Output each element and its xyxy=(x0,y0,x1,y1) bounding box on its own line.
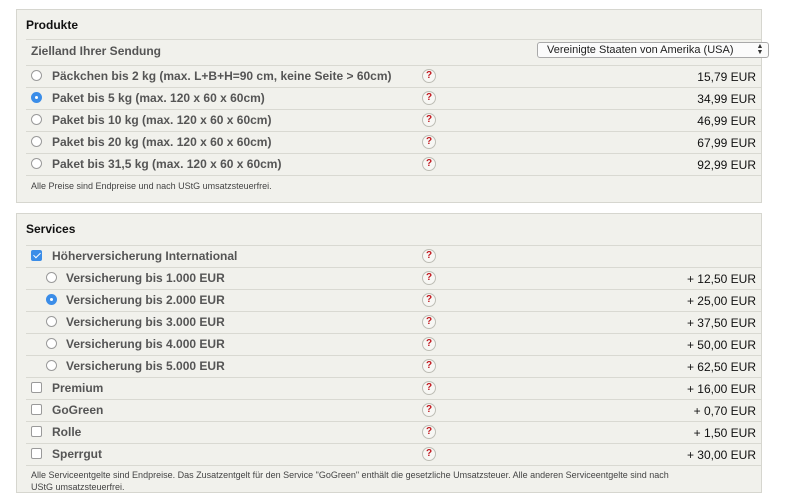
product-row-2[interactable]: Paket bis 5 kg (max. 120 x 60 x 60cm) ? … xyxy=(26,87,761,109)
product-price-2: 34,99 EUR xyxy=(697,92,756,106)
insurance-radio-4[interactable] xyxy=(46,338,57,349)
help-icon[interactable]: ? xyxy=(422,271,436,285)
insurance-option-price-4: + 50,00 EUR xyxy=(686,338,756,352)
premium-price: + 16,00 EUR xyxy=(686,382,756,396)
product-price-3: 46,99 EUR xyxy=(697,114,756,128)
extra-row-sperrgut[interactable]: Sperrgut ? + 30,00 EUR xyxy=(26,443,761,465)
insurance-option-price-5: + 62,50 EUR xyxy=(686,360,756,374)
insurance-row[interactable]: Höherversicherung International ? xyxy=(26,245,761,267)
insurance-checkbox[interactable] xyxy=(31,250,42,261)
premium-checkbox[interactable] xyxy=(31,382,42,393)
products-title: Produkte xyxy=(26,18,79,32)
insurance-option-label-5: Versicherung bis 5.000 EUR xyxy=(66,359,225,373)
products-note: Alle Preise sind Endpreise und nach UStG… xyxy=(31,181,272,191)
gogreen-label: GoGreen xyxy=(52,403,104,417)
insurance-radio-5[interactable] xyxy=(46,360,57,371)
product-label-5: Paket bis 31,5 kg (max. 120 x 60 x 60cm) xyxy=(52,157,282,171)
product-price-5: 92,99 EUR xyxy=(697,158,756,172)
gogreen-price: + 0,70 EUR xyxy=(693,404,756,418)
sperrgut-label: Sperrgut xyxy=(52,447,103,461)
help-icon[interactable]: ? xyxy=(422,359,436,373)
product-label-1: Päckchen bis 2 kg (max. L+B+H=90 cm, kei… xyxy=(52,69,392,83)
premium-label: Premium xyxy=(52,381,104,395)
sperrgut-checkbox[interactable] xyxy=(31,448,42,459)
product-radio-1[interactable] xyxy=(31,70,42,81)
help-icon[interactable]: ? xyxy=(422,91,436,105)
insurance-radio-2[interactable] xyxy=(46,294,57,305)
help-icon[interactable]: ? xyxy=(422,381,436,395)
services-title: Services xyxy=(26,222,76,236)
product-radio-3[interactable] xyxy=(31,114,42,125)
product-radio-2[interactable] xyxy=(31,92,42,103)
help-icon[interactable]: ? xyxy=(422,425,436,439)
extra-row-rolle[interactable]: Rolle ? + 1,50 EUR xyxy=(26,421,761,443)
product-price-4: 67,99 EUR xyxy=(697,136,756,150)
extra-row-premium[interactable]: Premium ? + 16,00 EUR xyxy=(26,377,761,399)
insurance-label: Höherversicherung International xyxy=(52,249,238,263)
divider xyxy=(26,175,761,176)
product-row-3[interactable]: Paket bis 10 kg (max. 120 x 60 x 60cm) ?… xyxy=(26,109,761,131)
insurance-option-label-4: Versicherung bis 4.000 EUR xyxy=(66,337,225,351)
help-icon[interactable]: ? xyxy=(422,249,436,263)
insurance-option-label-3: Versicherung bis 3.000 EUR xyxy=(66,315,225,329)
product-row-5[interactable]: Paket bis 31,5 kg (max. 120 x 60 x 60cm)… xyxy=(26,153,761,175)
destination-label: Zielland Ihrer Sendung xyxy=(31,44,162,58)
rolle-label: Rolle xyxy=(52,425,82,439)
insurance-radio-1[interactable] xyxy=(46,272,57,283)
insurance-option-label-1: Versicherung bis 1.000 EUR xyxy=(66,271,225,285)
product-row-1[interactable]: Päckchen bis 2 kg (max. L+B+H=90 cm, kei… xyxy=(26,65,761,87)
insurance-option-label-2: Versicherung bis 2.000 EUR xyxy=(66,293,225,307)
help-icon[interactable]: ? xyxy=(422,447,436,461)
product-radio-4[interactable] xyxy=(31,136,42,147)
select-arrows-icon: ▲ ▼ xyxy=(756,43,764,56)
help-icon[interactable]: ? xyxy=(422,293,436,307)
destination-row: Zielland Ihrer Sendung Vereinigte Staate… xyxy=(26,39,769,61)
rolle-checkbox[interactable] xyxy=(31,426,42,437)
product-label-2: Paket bis 5 kg (max. 120 x 60 x 60cm) xyxy=(52,91,265,105)
gogreen-checkbox[interactable] xyxy=(31,404,42,415)
help-icon[interactable]: ? xyxy=(422,403,436,417)
help-icon[interactable]: ? xyxy=(422,113,436,127)
services-panel: Services Höherversicherung International… xyxy=(16,213,762,493)
product-row-4[interactable]: Paket bis 20 kg (max. 120 x 60 x 60cm) ?… xyxy=(26,131,761,153)
destination-select[interactable]: Vereinigte Staaten von Amerika (USA) ▲ ▼ xyxy=(537,42,769,58)
product-label-4: Paket bis 20 kg (max. 120 x 60 x 60cm) xyxy=(52,135,272,149)
rolle-price: + 1,50 EUR xyxy=(693,426,756,440)
divider xyxy=(26,465,761,466)
products-panel: Produkte Zielland Ihrer Sendung Vereinig… xyxy=(16,9,769,203)
insurance-option-5[interactable]: Versicherung bis 5.000 EUR ? + 62,50 EUR xyxy=(26,355,761,377)
product-label-3: Paket bis 10 kg (max. 120 x 60 x 60cm) xyxy=(52,113,272,127)
product-radio-5[interactable] xyxy=(31,158,42,169)
services-note-line1: Alle Serviceentgelte sind Endpreise. Das… xyxy=(31,470,669,480)
help-icon[interactable]: ? xyxy=(422,315,436,329)
insurance-option-3[interactable]: Versicherung bis 3.000 EUR ? + 37,50 EUR xyxy=(26,311,761,333)
insurance-radio-3[interactable] xyxy=(46,316,57,327)
insurance-option-price-3: + 37,50 EUR xyxy=(686,316,756,330)
insurance-option-2[interactable]: Versicherung bis 2.000 EUR ? + 25,00 EUR xyxy=(26,289,761,311)
sperrgut-price: + 30,00 EUR xyxy=(686,448,756,462)
help-icon[interactable]: ? xyxy=(422,135,436,149)
help-icon[interactable]: ? xyxy=(422,157,436,171)
product-price-1: 15,79 EUR xyxy=(697,70,756,84)
insurance-option-price-2: + 25,00 EUR xyxy=(686,294,756,308)
help-icon[interactable]: ? xyxy=(422,69,436,83)
destination-value: Vereinigte Staaten von Amerika (USA) xyxy=(547,44,734,56)
help-icon[interactable]: ? xyxy=(422,337,436,351)
insurance-option-1[interactable]: Versicherung bis 1.000 EUR ? + 12,50 EUR xyxy=(26,267,761,289)
insurance-option-price-1: + 12,50 EUR xyxy=(686,272,756,286)
insurance-option-4[interactable]: Versicherung bis 4.000 EUR ? + 50,00 EUR xyxy=(26,333,761,355)
extra-row-gogreen[interactable]: GoGreen ? + 0,70 EUR xyxy=(26,399,761,421)
